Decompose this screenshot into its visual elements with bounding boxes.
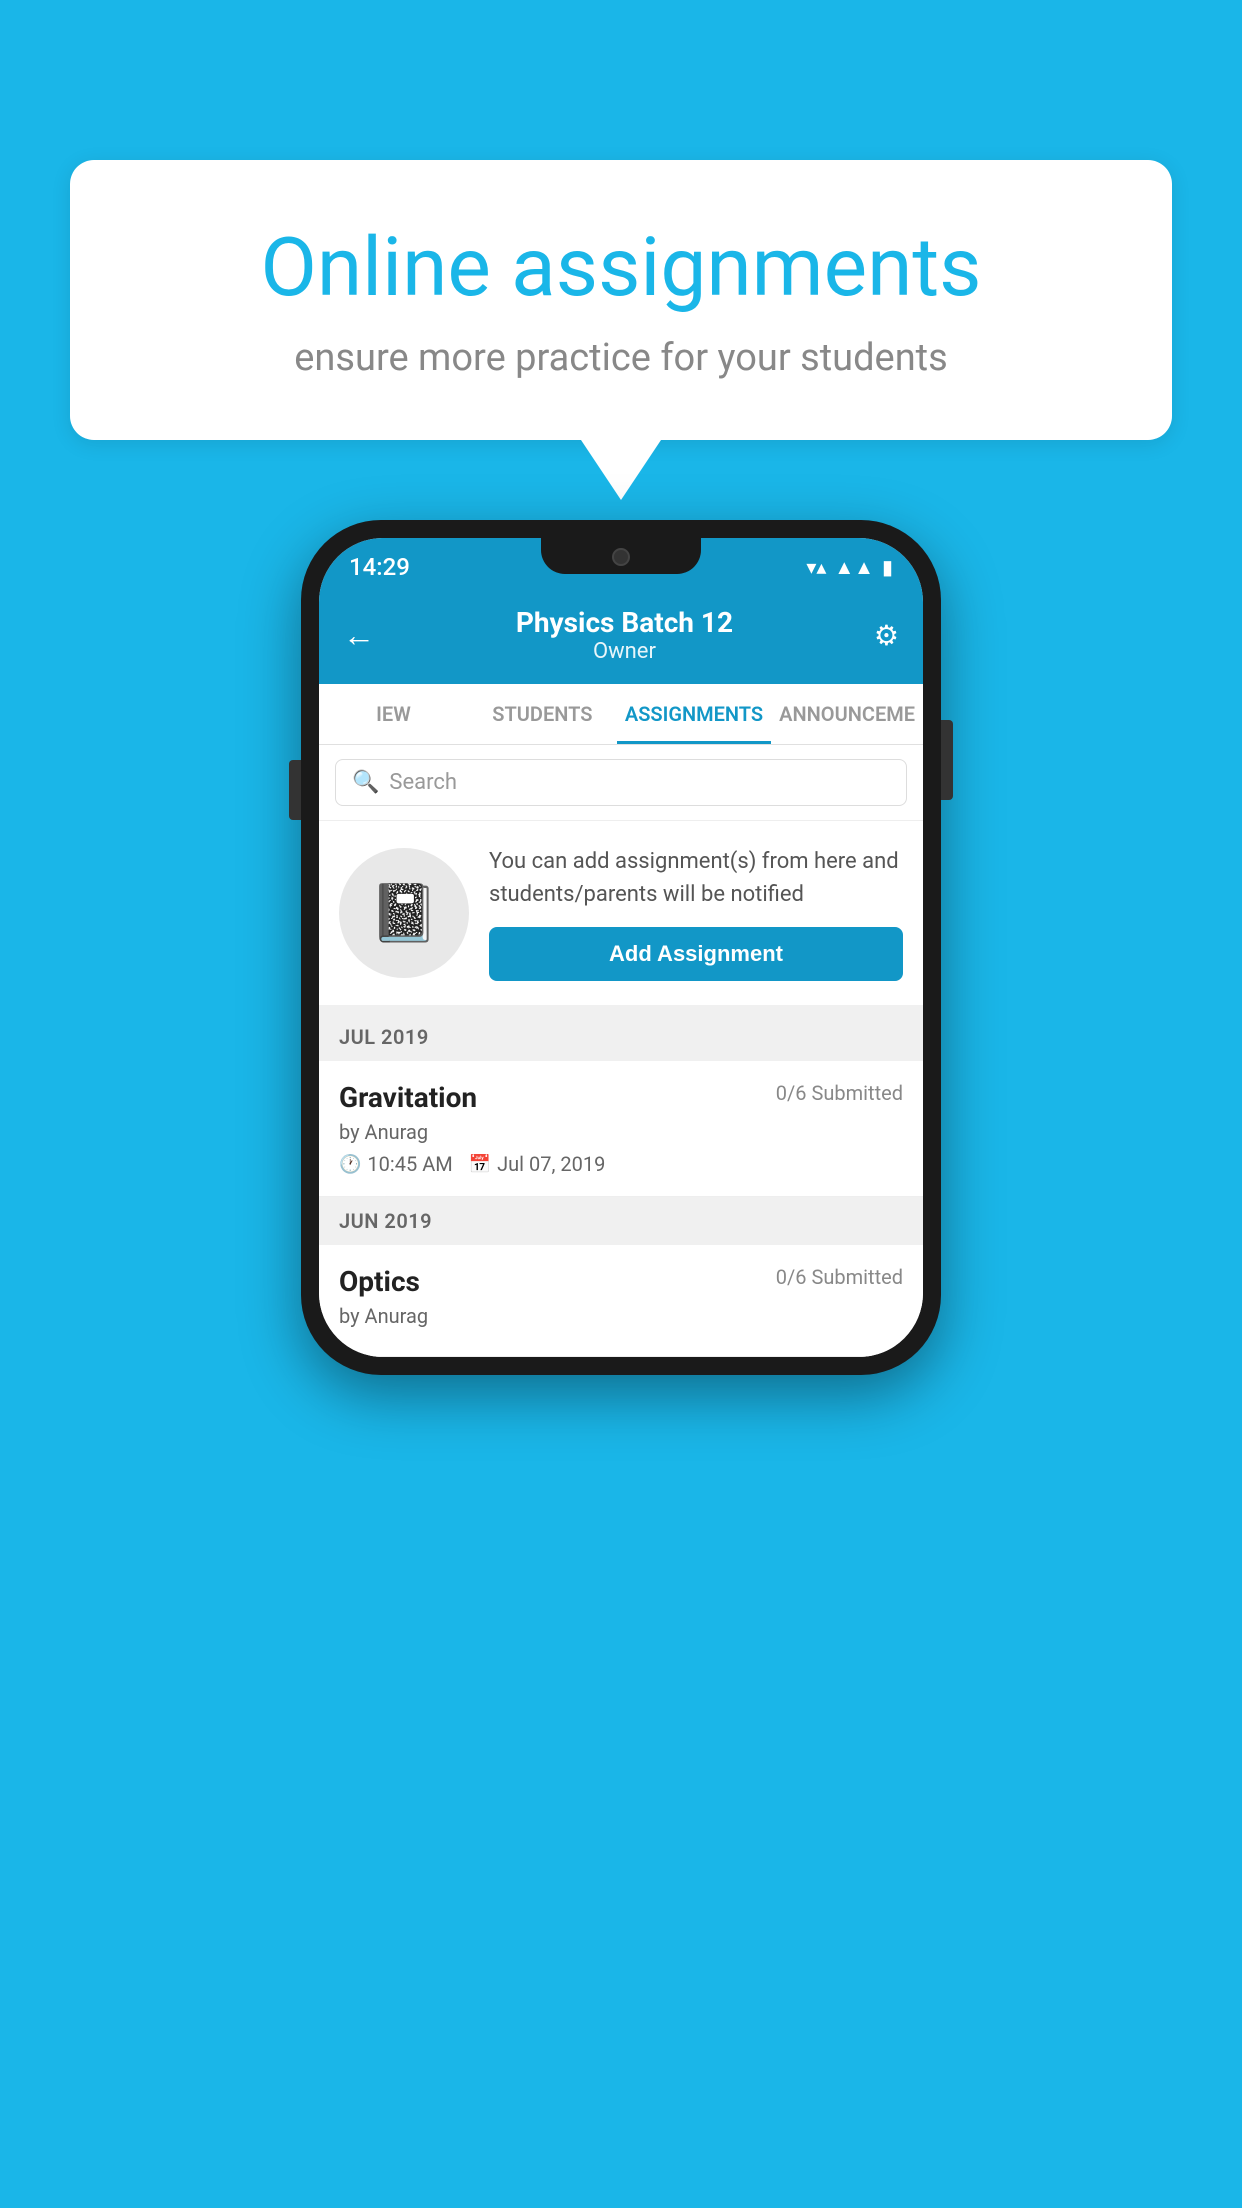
section-month-jul: JUL 2019 <box>339 1025 429 1049</box>
assignment-top-row-optics: Optics 0/6 Submitted <box>339 1265 903 1298</box>
phone-screen: 14:29 ▾▴ ▲▲ ▮ ← Physics Batch 12 Owner ⚙… <box>319 538 923 1357</box>
add-assignment-promo: 📓 You can add assignment(s) from here an… <box>319 821 923 1013</box>
header-subtitle: Owner <box>516 639 733 664</box>
clock-icon: 🕐 <box>339 1154 361 1175</box>
assignment-meta-gravitation: 🕐 10:45 AM 📅 Jul 07, 2019 <box>339 1152 903 1176</box>
speech-bubble-subtitle: ensure more practice for your students <box>150 336 1092 380</box>
batch-title: Physics Batch 12 <box>516 606 733 639</box>
phone-outer-shell: 14:29 ▾▴ ▲▲ ▮ ← Physics Batch 12 Owner ⚙… <box>301 520 941 1375</box>
assignment-item-gravitation[interactable]: Gravitation 0/6 Submitted by Anurag 🕐 10… <box>319 1061 923 1197</box>
back-button[interactable]: ← <box>343 616 375 654</box>
section-header-jul: JUL 2019 <box>319 1013 923 1061</box>
notebook-icon: 📓 <box>369 880 439 946</box>
calendar-icon: 📅 <box>469 1154 491 1175</box>
speech-bubble-arrow <box>581 440 661 500</box>
wifi-icon: ▾▴ <box>806 555 826 579</box>
assignment-submitted-optics: 0/6 Submitted <box>776 1265 903 1289</box>
settings-button[interactable]: ⚙ <box>874 619 899 652</box>
assignment-time-gravitation: 🕐 10:45 AM <box>339 1152 453 1176</box>
assignment-title-optics: Optics <box>339 1265 420 1298</box>
search-placeholder: Search <box>389 770 457 795</box>
camera-icon <box>612 548 630 566</box>
assignment-item-optics[interactable]: Optics 0/6 Submitted by Anurag <box>319 1245 923 1357</box>
add-assignment-button[interactable]: Add Assignment <box>489 927 903 981</box>
speech-bubble-container: Online assignments ensure more practice … <box>70 160 1172 500</box>
phone-notch <box>541 538 701 574</box>
assignment-submitted-gravitation: 0/6 Submitted <box>776 1081 903 1105</box>
tab-iew[interactable]: IEW <box>319 684 468 744</box>
speech-bubble: Online assignments ensure more practice … <box>70 160 1172 440</box>
promo-content: You can add assignment(s) from here and … <box>489 845 903 981</box>
status-icons: ▾▴ ▲▲ ▮ <box>806 555 893 580</box>
promo-text: You can add assignment(s) from here and … <box>489 845 903 911</box>
assignment-date-gravitation: 📅 Jul 07, 2019 <box>469 1152 606 1176</box>
header-title-group: Physics Batch 12 Owner <box>516 606 733 664</box>
signal-icon: ▲▲ <box>834 555 874 580</box>
tab-students[interactable]: STUDENTS <box>468 684 617 744</box>
tab-assignments[interactable]: ASSIGNMENTS <box>617 684 771 744</box>
assignment-title-gravitation: Gravitation <box>339 1081 477 1114</box>
status-time: 14:29 <box>349 553 410 581</box>
promo-icon-circle: 📓 <box>339 848 469 978</box>
tab-announcements[interactable]: ANNOUNCEME <box>771 684 923 744</box>
tabs-bar: IEW STUDENTS ASSIGNMENTS ANNOUNCEME <box>319 684 923 745</box>
search-bar: 🔍 Search <box>319 745 923 821</box>
speech-bubble-title: Online assignments <box>150 220 1092 316</box>
app-header: ← Physics Batch 12 Owner ⚙ <box>319 590 923 684</box>
search-input-wrapper[interactable]: 🔍 Search <box>335 759 907 806</box>
assignment-time-value: 10:45 AM <box>367 1152 452 1176</box>
search-icon: 🔍 <box>352 770 379 795</box>
battery-icon: ▮ <box>882 555 893 579</box>
assignment-author-gravitation: by Anurag <box>339 1120 903 1144</box>
phone-mockup: 14:29 ▾▴ ▲▲ ▮ ← Physics Batch 12 Owner ⚙… <box>301 520 941 1375</box>
assignment-author-optics: by Anurag <box>339 1304 903 1328</box>
section-month-jun: JUN 2019 <box>339 1209 432 1233</box>
assignment-date-value: Jul 07, 2019 <box>497 1152 605 1176</box>
assignment-top-row: Gravitation 0/6 Submitted <box>339 1081 903 1114</box>
section-header-jun: JUN 2019 <box>319 1197 923 1245</box>
